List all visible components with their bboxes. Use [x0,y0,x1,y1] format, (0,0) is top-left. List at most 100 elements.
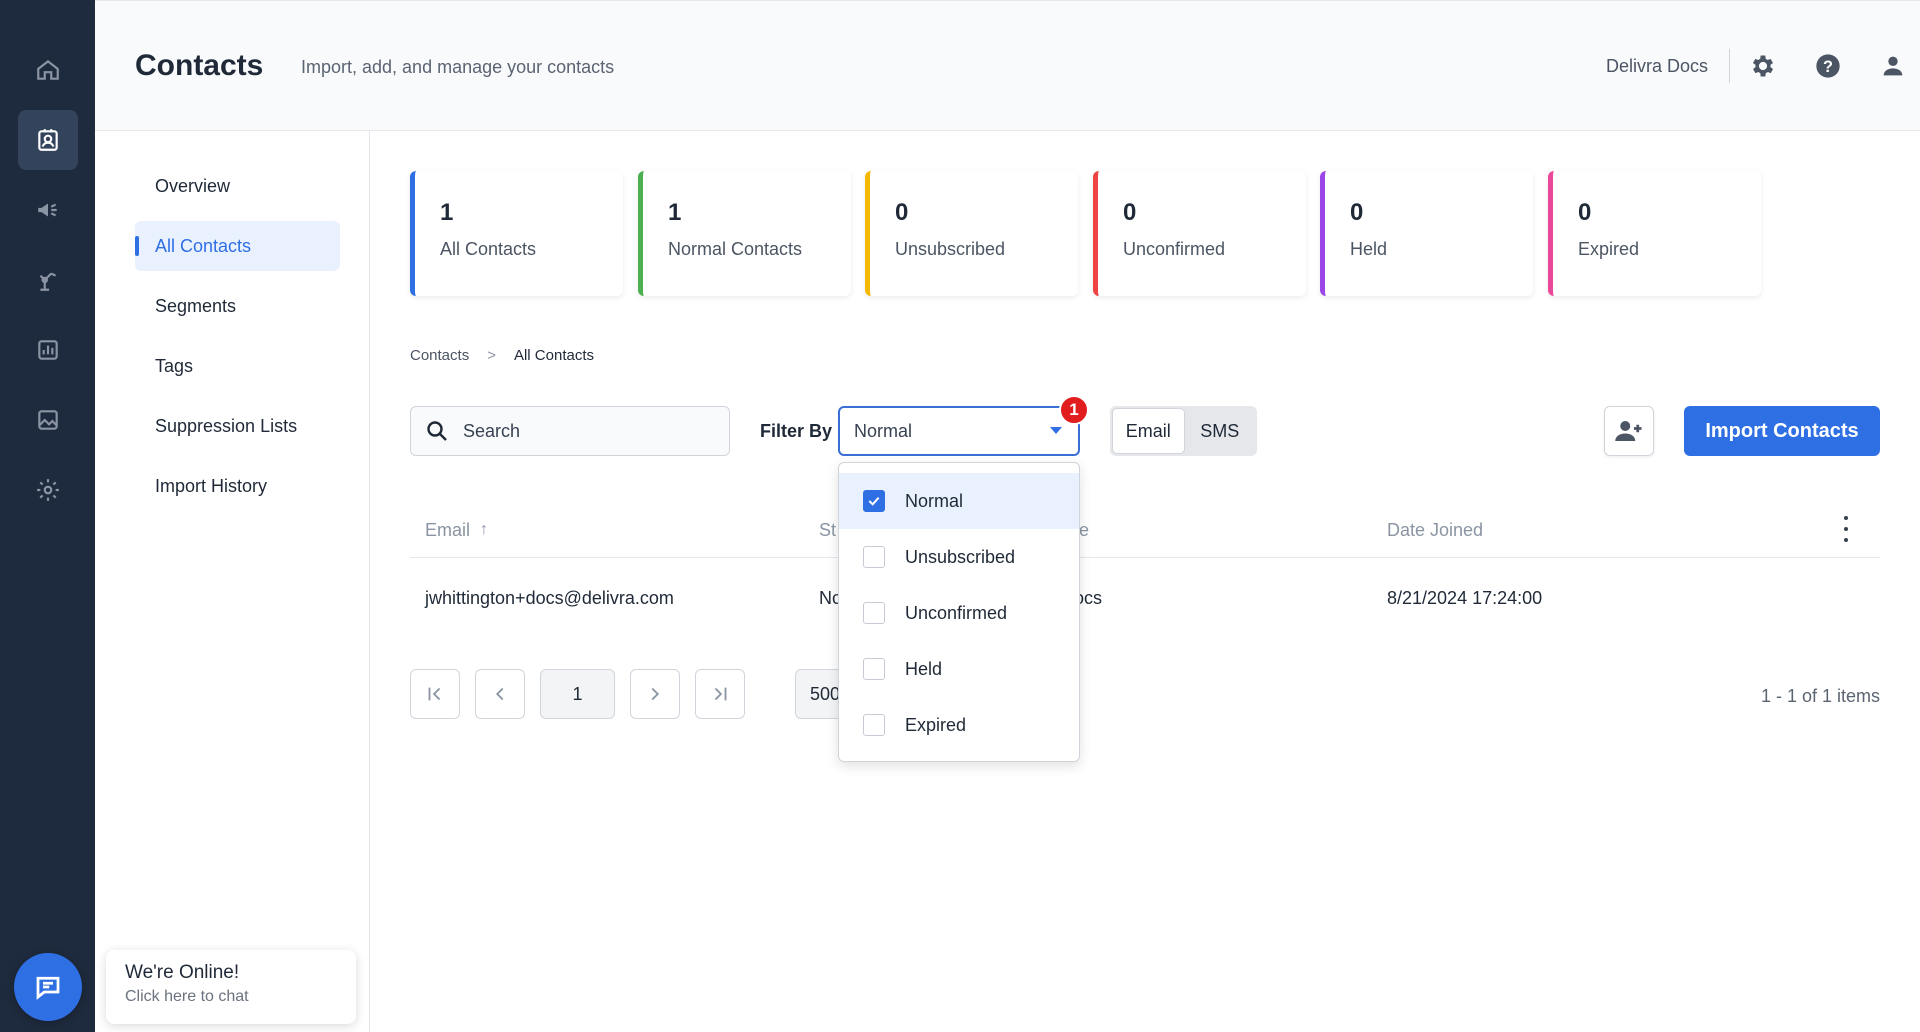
channel-toggle: Email SMS [1110,406,1257,456]
settings-icon[interactable] [18,460,78,520]
chat-launcher-button[interactable] [14,953,82,1021]
page-subtitle: Import, add, and manage your contacts [301,57,615,77]
page-header: Contacts Import, add, and manage your co… [95,0,1920,131]
chevron-right-icon [651,687,660,701]
filter-option-expired[interactable]: Expired [839,697,1079,753]
reports-icon[interactable] [18,320,78,380]
megaphone-icon[interactable] [18,180,78,240]
breadcrumb-parent[interactable]: Contacts [410,347,469,364]
stat-card-normal-contacts[interactable]: 1 Normal Contacts [638,171,851,296]
stat-card-unconfirmed[interactable]: 0 Unconfirmed [1093,171,1306,296]
column-header-label: Email [425,519,471,540]
checkbox-checked[interactable] [863,490,885,512]
filter-option-normal[interactable]: Normal [839,473,1079,529]
filter-select-value: Normal [854,420,913,441]
column-header-source[interactable]: e [1079,512,1089,548]
breadcrumb-separator: > [487,347,496,364]
filter-option-label: Held [905,658,943,679]
column-header-status[interactable]: St [819,512,836,548]
breadcrumb: Contacts > All Contacts [410,347,594,364]
sort-ascending-icon: ↑ [480,521,489,538]
next-page-button[interactable] [630,669,680,719]
stat-value: 0 [1578,199,1592,226]
svg-text:?: ? [1823,58,1833,76]
filter-count-badge: 1 [1059,395,1089,425]
contacts-subnav: Overview All Contacts Segments Tags Supp… [95,131,370,1032]
cell-email[interactable]: jwhittington+docs@delivra.com [425,572,674,624]
header-divider [1729,49,1730,83]
subnav-item-all-contacts[interactable]: All Contacts [135,221,340,271]
image-icon[interactable] [18,390,78,450]
stat-label: Expired [1578,239,1640,259]
stat-card-expired[interactable]: 0 Expired [1548,171,1761,296]
gear-icon[interactable] [1748,51,1778,81]
stat-label: Unsubscribed [895,239,1006,259]
stat-value: 1 [440,199,454,226]
chat-title: We're Online! [125,962,240,983]
help-icon[interactable]: ? [1813,51,1843,81]
filter-option-label: Unsubscribed [905,546,1016,567]
add-user-icon [1615,421,1642,441]
stat-card-all-contacts[interactable]: 1 All Contacts [410,171,623,296]
chat-prompt-bubble[interactable]: We're Online! Click here to chat [106,950,356,1024]
breadcrumb-current: All Contacts [513,347,595,364]
stat-label: Normal Contacts [668,239,803,259]
last-page-button[interactable] [695,669,745,719]
first-page-button[interactable] [410,669,460,719]
subnav-item-import-history[interactable]: Import History [135,461,340,511]
contacts-icon[interactable] [18,110,78,170]
stat-value: 1 [668,199,682,226]
check-icon [868,496,880,506]
channel-option-email[interactable]: Email [1112,408,1185,454]
column-header-email[interactable]: Email ↑ [425,512,488,548]
search-icon [427,421,447,441]
table-row[interactable]: jwhittington+docs@delivra.com Nc ocs 8/2… [410,572,1880,624]
subnav-item-segments[interactable]: Segments [135,281,340,331]
pagination-summary: 1 - 1 of 1 items [1760,686,1880,706]
stat-card-held[interactable]: 0 Held [1320,171,1533,296]
stat-value: 0 [1123,199,1137,226]
filter-option-label: Expired [905,714,967,735]
stat-value: 0 [895,199,909,226]
account-name[interactable]: Delivra Docs [1606,56,1708,77]
filter-option-label: Normal [905,490,964,511]
automation-icon[interactable] [18,250,78,310]
stat-label: Held [1350,239,1388,259]
subnav-item-overview[interactable]: Overview [135,161,340,211]
filter-option-label: Unconfirmed [905,602,1008,623]
cell-date-joined: 8/21/2024 17:24:00 [1387,587,1543,608]
last-page-icon [714,687,727,701]
subnav-item-tags[interactable]: Tags [135,341,340,391]
search-box [410,406,730,456]
column-header-date-joined[interactable]: Date Joined [1387,512,1483,548]
main-navigation-rail [0,0,95,1032]
current-page-button[interactable]: 1 [540,669,615,719]
filter-select[interactable]: Normal [838,406,1080,456]
checkbox-unchecked[interactable] [863,546,885,568]
checkbox-unchecked[interactable] [863,658,885,680]
chevron-left-icon [495,687,504,701]
channel-option-sms[interactable]: SMS [1185,408,1256,454]
stat-card-unsubscribed[interactable]: 0 Unsubscribed [865,171,1078,296]
page-title: Contacts [135,49,264,82]
checkbox-unchecked[interactable] [863,714,885,736]
stat-label: All Contacts [440,239,537,259]
import-contacts-button[interactable]: Import Contacts [1684,406,1880,456]
contacts-table-header: Email ↑ St e Date Joined [410,512,1880,558]
filter-option-unconfirmed[interactable]: Unconfirmed [839,585,1079,641]
checkbox-unchecked[interactable] [863,602,885,624]
caret-down-icon [1050,427,1062,434]
home-icon[interactable] [18,40,78,100]
subnav-item-suppression-lists[interactable]: Suppression Lists [135,401,340,451]
column-menu-icon[interactable] [1840,516,1852,542]
previous-page-button[interactable] [475,669,525,719]
filter-label: Filter By [760,421,833,441]
add-contact-button[interactable] [1604,406,1654,456]
chat-icon [36,976,60,1000]
search-input[interactable] [463,420,713,442]
user-icon[interactable] [1878,51,1908,81]
first-page-icon [428,687,441,701]
filter-option-unsubscribed[interactable]: Unsubscribed [839,529,1079,585]
filter-option-held[interactable]: Held [839,641,1079,697]
stat-label: Unconfirmed [1123,239,1226,259]
